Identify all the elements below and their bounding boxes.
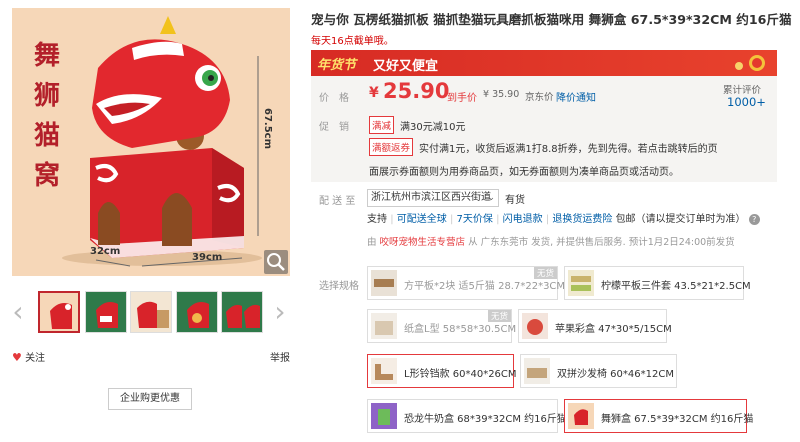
service-price-protect[interactable]: 7天价保: [457, 214, 493, 225]
stock-status: 有货: [505, 195, 525, 206]
variant-thumb-2: [568, 270, 594, 296]
promo-tag-discount: 满减: [369, 116, 395, 134]
follow-button[interactable]: ♥ 关注: [12, 349, 45, 364]
variant-name-6: 双拼沙发椅 60*46*12CM: [557, 369, 674, 380]
service-free-shipping: 包邮（请以提交订单时为准）: [615, 214, 746, 225]
thumbnail-5[interactable]: [221, 291, 263, 333]
no-stock-badge-3: 无货: [487, 310, 511, 322]
help-icon[interactable]: ?: [748, 214, 760, 225]
dimension-width: 39cm: [192, 252, 223, 263]
variant-name-1: 方平板*2块 适5斤猫 28.7*22*3CM: [404, 281, 566, 292]
variant-name-2: 柠檬平板三件套 43.5*21*2.5CM: [601, 281, 751, 292]
service-return-insurance[interactable]: 退换货运费险: [552, 214, 612, 225]
variant-thumb-3: [371, 313, 397, 339]
thumbnail-4[interactable]: [176, 291, 218, 333]
variant-option-3[interactable]: 纸盒L型 58*58*30.5CM 无货: [367, 309, 516, 343]
thumbnail-2[interactable]: [85, 291, 127, 333]
thumbnail-next-arrow-icon[interactable]: ›: [270, 297, 290, 327]
seller-info: 由 咬呀宠物生活专营店 从 广东东莞市 发货, 并提供售后服务. 预计1月2日2…: [367, 234, 735, 248]
no-stock-badge-1: 无货: [533, 267, 557, 279]
price-label: 价 格: [319, 93, 349, 104]
banner-slogan: 又好又便宜: [373, 59, 439, 74]
delivery-address-select[interactable]: 浙江杭州市滨江区西兴街道 ⌄: [367, 189, 499, 207]
corporate-purchase-button[interactable]: 企业购更优惠: [108, 388, 192, 410]
variant-name-4: 苹果彩盒 47*30*5/15CM: [555, 324, 672, 335]
product-title: 宠与你 瓦楞纸猫抓板 猫抓垫猫玩具磨抓板猫咪用 舞狮盒 67.5*39*32CM…: [311, 12, 792, 27]
promo-coupon-text: 实付满1元，收货后返满1打8.8折券，先到先得。若点击跳转后的页: [419, 144, 718, 155]
promo-tag-coupon: 满额返券: [369, 138, 414, 156]
price-value: 25.90: [383, 79, 450, 103]
review-label: 累计评价: [723, 85, 762, 96]
shipping-note: 每天16点截单哦。: [311, 36, 394, 47]
thumbnail-prev-arrow-icon[interactable]: ‹: [8, 297, 28, 327]
price-drop-notify-link[interactable]: 降价通知: [556, 89, 596, 104]
heart-icon: ♥: [12, 351, 22, 364]
variant-label: 选择规格: [319, 281, 359, 292]
variant-name-5: L形铃铛款 60*40*26CM: [404, 369, 517, 380]
variant-option-2[interactable]: 柠檬平板三件套 43.5*21*2.5CM: [564, 266, 751, 300]
zoom-icon[interactable]: [264, 250, 288, 274]
price-suffix: 到手价: [447, 93, 477, 104]
promo-label: 促 销: [319, 122, 349, 133]
variant-option-8[interactable]: 舞狮盒 67.5*39*32CM 约16斤猫: [564, 399, 753, 433]
support-label: 支持: [367, 214, 387, 225]
seller-suffix: 从 广东东莞市 发货, 并提供售后服务. 预计1月2日24:00前发货: [468, 237, 735, 248]
review-count-link[interactable]: 1000+: [727, 95, 766, 109]
dimension-depth: 32cm: [90, 246, 121, 257]
promo-discount-text: 满30元减10元: [400, 122, 466, 133]
variant-option-7[interactable]: 恐龙牛奶盒 68*39*32CM 约16斤猫: [367, 399, 567, 433]
seller-prefix: 由: [367, 237, 377, 248]
banner-logo: 年货节: [317, 58, 357, 73]
follow-label: 关注: [25, 353, 46, 364]
dimension-height: 67.5cm: [262, 108, 273, 150]
lantern-decoration-icon: [735, 55, 765, 71]
variant-name-8: 舞狮盒 67.5*39*32CM 约16斤猫: [601, 414, 754, 425]
variant-thumb-6: [524, 358, 550, 384]
variant-option-5[interactable]: L形铃铛款 60*40*26CM: [367, 354, 517, 388]
service-global-shipping[interactable]: 可配送全球: [397, 214, 447, 225]
promo-banner: 年货节 又好又便宜: [311, 50, 777, 76]
report-link[interactable]: 举报: [270, 349, 290, 364]
delivery-address: 浙江杭州市滨江区西兴街道: [371, 192, 491, 203]
variant-thumb-5: [371, 358, 397, 384]
variant-option-4[interactable]: 苹果彩盒 47*30*5/15CM: [518, 309, 672, 343]
price-area: 价 格 ¥ 25.90 到手价 ¥ 35.90 京东价 降价通知 累计评价 10…: [311, 76, 777, 182]
service-list: 支持 | 可配送全球 | 7天价保 | 闪电退款 | 退换货运费险 包邮（请以提…: [367, 210, 760, 225]
thumbnail-1[interactable]: [38, 291, 80, 333]
main-image-caption: 舞狮猫窝: [34, 41, 61, 191]
price-currency: ¥: [369, 85, 379, 101]
variant-name-3: 纸盒L型 58*58*30.5CM: [404, 324, 517, 335]
service-fast-refund[interactable]: 闪电退款: [503, 214, 543, 225]
variant-option-1[interactable]: 方平板*2块 适5斤猫 28.7*22*3CM 无货: [367, 266, 565, 300]
delivery-label: 配 送 至: [319, 196, 356, 207]
thumbnail-3[interactable]: [130, 291, 172, 333]
jd-price: ¥ 35.90: [483, 89, 520, 100]
variant-thumb-7: [371, 403, 397, 429]
variant-name-7: 恐龙牛奶盒 68*39*32CM 约16斤猫: [404, 414, 567, 425]
chevron-down-icon: ⌄: [487, 193, 495, 203]
promo-coupon-text-2: 面展示券面额则为用券商品页，如无券面额则为凑单商品页或活动页。: [369, 167, 679, 178]
variant-thumb-8: [568, 403, 594, 429]
jd-price-label: 京东价: [525, 92, 554, 103]
variant-option-6[interactable]: 双拼沙发椅 60*46*12CM: [520, 354, 677, 388]
variant-thumb-1: [371, 270, 397, 296]
seller-store-link[interactable]: 咬呀宠物生活专营店: [380, 237, 466, 248]
main-product-image[interactable]: 舞狮猫窝 67.5cm 32cm 39cm: [12, 8, 290, 276]
variant-thumb-4: [522, 313, 548, 339]
